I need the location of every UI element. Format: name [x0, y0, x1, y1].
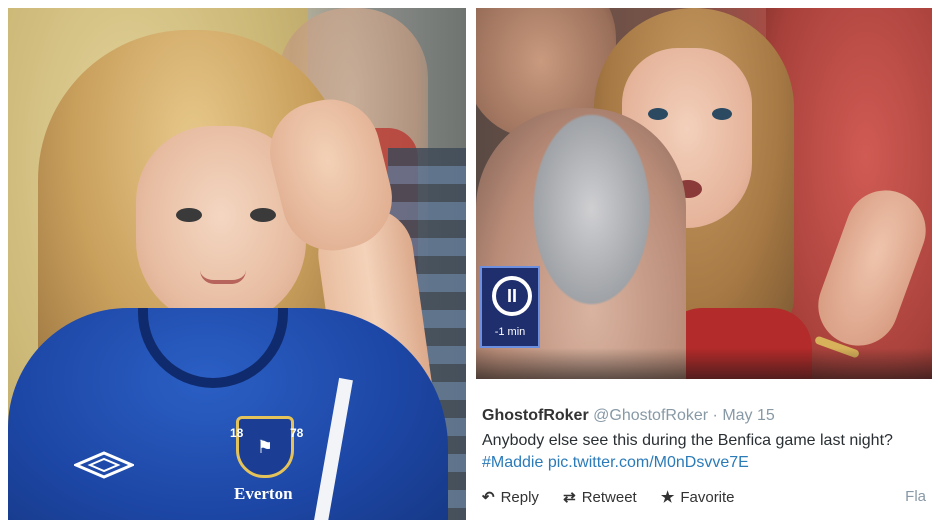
- favorite-label: Favorite: [680, 489, 735, 506]
- girl-left-eye: [176, 208, 202, 222]
- timer-label: -1 min: [494, 326, 526, 338]
- tweet-separator: ·: [712, 407, 718, 424]
- reply-label: Reply: [500, 489, 539, 506]
- favorite-button[interactable]: ★ Favorite: [661, 488, 735, 506]
- video-pause-overlay[interactable]: II -1 min: [480, 266, 540, 348]
- left-photo: ⚑ 18 78 Everton: [8, 8, 466, 520]
- star-icon: ★: [660, 489, 675, 506]
- tweet-actions: ↶ Reply ⇄ Retweet ★ Favorite Fla: [482, 488, 926, 506]
- tweet-header: GhostofRoker @GhostofRoker · May 15: [482, 407, 926, 425]
- tweet-text: Anybody else see this during the Benfica…: [482, 432, 893, 449]
- tweet-links-line: #Maddie pic.twitter.com/M0nDsvve7E: [482, 452, 926, 474]
- tweet-card: GhostofRoker @GhostofRoker · May 15 Anyb…: [476, 379, 932, 520]
- crest-year-left: 18: [230, 426, 244, 440]
- tweet-hashtag[interactable]: #Maddie: [482, 454, 543, 471]
- girl-smile: [200, 270, 246, 284]
- girl-right-eye: [712, 108, 732, 120]
- retweet-button[interactable]: ⇄ Retweet: [563, 488, 637, 506]
- tweet-screenshot: II -1 min GhostofRoker @GhostofRoker · M…: [476, 8, 932, 520]
- tweet-photo[interactable]: II -1 min: [476, 8, 932, 379]
- girl-left-eye: [648, 108, 668, 120]
- umbro-diamond-logo: [72, 450, 136, 480]
- tweet-author-handle[interactable]: @GhostofRoker: [593, 407, 708, 424]
- retweet-icon: ⇄: [563, 489, 576, 506]
- tweet-author-name[interactable]: GhostofRoker: [482, 407, 589, 424]
- video-overlay-strip: [476, 348, 932, 379]
- pause-icon[interactable]: II: [492, 276, 532, 316]
- shirt-brand-text: Everton: [234, 484, 293, 503]
- crest-year-right: 78: [290, 426, 304, 440]
- reply-button[interactable]: ↶ Reply: [482, 488, 539, 506]
- retweet-label: Retweet: [581, 489, 637, 506]
- tweet-body: Anybody else see this during the Benfica…: [482, 430, 926, 474]
- tweet-pic-link[interactable]: pic.twitter.com/M0nDsvve7E: [548, 454, 749, 471]
- flag-button[interactable]: Fla: [905, 488, 926, 505]
- girl-right-eye: [250, 208, 276, 222]
- everton-crest-icon: ⚑: [236, 416, 294, 478]
- tweet-date[interactable]: May 15: [722, 407, 774, 424]
- reply-icon: ↶: [482, 489, 495, 506]
